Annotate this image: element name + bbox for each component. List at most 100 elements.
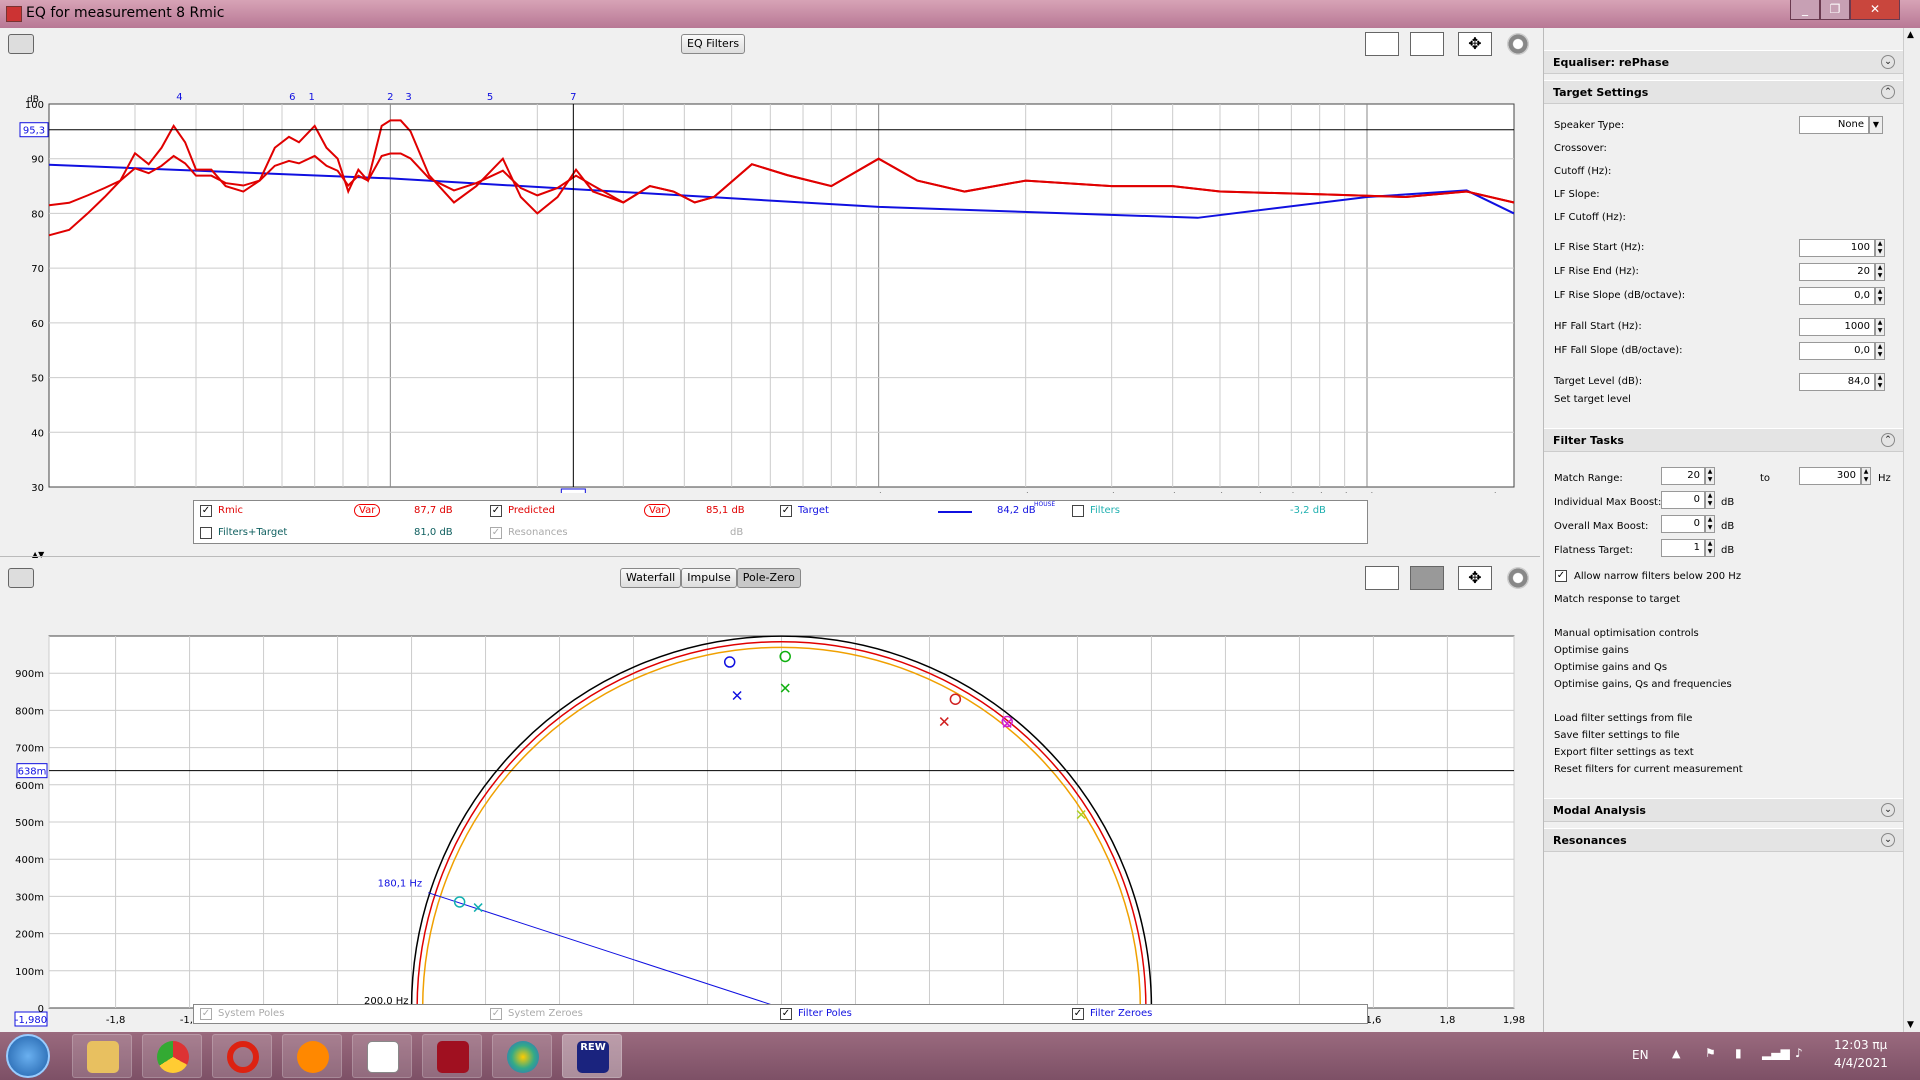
filter-zeroes-label: Filter Zeroes (1090, 1008, 1153, 1019)
chevron-down-icon[interactable]: ⌄ (1881, 55, 1895, 69)
grid-toggle-icon-bottom[interactable] (1410, 566, 1444, 590)
match-response-link[interactable]: Match response to target (1554, 594, 1680, 605)
flatness-target-spinner[interactable]: ▲ ▼ (1705, 539, 1715, 557)
taskbar-paint[interactable] (492, 1034, 552, 1078)
overall-max-boost-input[interactable]: 0 (1661, 515, 1705, 533)
tab-pole-zero[interactable]: Pole-Zero (736, 568, 801, 588)
tab-waterfall[interactable]: Waterfall (620, 568, 682, 588)
target-settings-header[interactable]: Target Settings ⌃ (1544, 80, 1903, 104)
allow-narrow-label: Allow narrow filters below 200 Hz (1574, 571, 1742, 582)
load-filters-link[interactable]: Load filter settings from file (1554, 713, 1692, 724)
lf-rise-end-input[interactable]: 20 (1799, 263, 1875, 281)
reset-filters-link[interactable]: Reset filters for current measurement (1554, 764, 1743, 775)
optimise-gains-qs-freq-link[interactable]: Optimise gains, Qs and frequencies (1554, 679, 1732, 690)
chevron-up-icon[interactable]: ⌃ (1881, 85, 1895, 99)
hf-fall-slope-spinner[interactable]: ▲ ▼ (1875, 342, 1885, 360)
target-label: Target (798, 505, 829, 516)
gear-icon-bottom[interactable] (1507, 567, 1529, 589)
x-tick-label: -1,8 (106, 1015, 126, 1026)
lf-rise-start-input[interactable]: 100 (1799, 239, 1875, 257)
hf-fall-start-input[interactable]: 1000 (1799, 318, 1875, 336)
target-checkbox[interactable]: ✓ (780, 505, 792, 517)
chevron-down-icon[interactable]: ⌄ (1881, 833, 1895, 847)
clock-time[interactable]: 12:03 πμ (1834, 1038, 1887, 1052)
graph-layout-icon-bottom[interactable] (1365, 566, 1399, 590)
speaker-type-select[interactable]: None (1799, 116, 1869, 134)
equaliser-header[interactable]: Equaliser: rePhase ⌄ (1544, 50, 1903, 74)
match-range-from-input[interactable]: 20 (1661, 467, 1705, 485)
match-range-to-spinner[interactable]: ▲ ▼ (1861, 467, 1871, 485)
x-tick-label: 30 (129, 492, 142, 493)
splitter[interactable] (0, 556, 1540, 557)
resonances-header[interactable]: Resonances ⌄ (1544, 828, 1903, 852)
filter-tasks-header[interactable]: Filter Tasks ⌃ (1544, 428, 1903, 452)
frequency-response-graph[interactable]: 2030405060708090100200300400500600700800… (0, 48, 1540, 493)
optimise-gains-qs-link[interactable]: Optimise gains and Qs (1554, 662, 1667, 673)
minimize-button[interactable]: _ (1790, 0, 1820, 20)
clock-date[interactable]: 4/4/2021 (1834, 1056, 1888, 1070)
taskbar-explorer[interactable] (72, 1034, 132, 1078)
optimise-gains-link[interactable]: Optimise gains (1554, 645, 1629, 656)
set-target-level-link[interactable]: Set target level (1554, 394, 1631, 405)
predicted-var-badge[interactable]: Var (644, 504, 671, 517)
tab-impulse[interactable]: Impulse (681, 568, 737, 588)
hf-fall-start-spinner[interactable]: ▲ ▼ (1875, 318, 1885, 336)
cursor-x-value: 237 (564, 492, 583, 493)
chevron-down-icon[interactable]: ⌄ (1881, 803, 1895, 817)
start-button[interactable] (6, 1034, 50, 1078)
flatness-target-input[interactable]: 1 (1661, 539, 1705, 557)
flag-icon[interactable]: ⚑ (1705, 1046, 1716, 1060)
export-filters-link[interactable]: Export filter settings as text (1554, 747, 1694, 758)
filter-poles-checkbox[interactable]: ✓ (780, 1008, 792, 1020)
target-level-input[interactable]: 84,0 (1799, 373, 1875, 391)
scroll-up-icon[interactable]: ▲ (1907, 30, 1914, 40)
lf-rise-start-spinner[interactable]: ▲ ▼ (1875, 239, 1885, 257)
taskbar-browser[interactable] (282, 1034, 342, 1078)
pan-arrows-icon-bottom[interactable]: ✥ (1458, 566, 1492, 590)
maximize-button[interactable]: ❐ (1820, 0, 1850, 20)
modal-analysis-header[interactable]: Modal Analysis ⌄ (1544, 798, 1903, 822)
taskbar-chrome[interactable] (142, 1034, 202, 1078)
splitter-arrows-icon[interactable]: ▲▼ (32, 550, 44, 559)
hf-fall-slope-input[interactable]: 0,0 (1799, 342, 1875, 360)
match-range-to-input[interactable]: 300 (1799, 467, 1861, 485)
save-filters-link[interactable]: Save filter settings to file (1554, 730, 1680, 741)
signal-icon[interactable]: ▂▄▆ (1762, 1046, 1790, 1060)
taskbar-app[interactable] (422, 1034, 482, 1078)
lf-rise-slope-input[interactable]: 0,0 (1799, 287, 1875, 305)
paint-icon (507, 1041, 539, 1073)
lf-rise-end-label: LF Rise End (Hz): (1554, 266, 1639, 277)
taskbar-opera[interactable] (212, 1034, 272, 1078)
taskbar-rew[interactable]: REW (562, 1034, 622, 1078)
allow-narrow-checkbox[interactable]: ✓ (1555, 570, 1567, 582)
individual-max-boost-spinner[interactable]: ▲ ▼ (1705, 491, 1715, 509)
chevron-up-icon[interactable]: ⌃ (1881, 433, 1895, 447)
scroll-down-icon[interactable]: ▼ (1907, 1020, 1914, 1030)
rmic-var-badge[interactable]: Var (354, 504, 381, 517)
volume-icon[interactable]: ♪ (1795, 1046, 1803, 1060)
lf-rise-slope-spinner[interactable]: ▲ ▼ (1875, 287, 1885, 305)
rmic-checkbox[interactable]: ✓ (200, 505, 212, 517)
scrollbar[interactable]: ▲ ▼ (1903, 28, 1920, 1032)
dropdown-arrow-icon[interactable]: ▼ (1869, 116, 1883, 134)
camera-icon-bottom[interactable] (8, 568, 34, 588)
individual-max-boost-input[interactable]: 0 (1661, 491, 1705, 509)
overall-max-boost-spinner[interactable]: ▲ ▼ (1705, 515, 1715, 533)
language-indicator[interactable]: EN (1632, 1048, 1649, 1062)
lf-rise-end-spinner[interactable]: ▲ ▼ (1875, 263, 1885, 281)
system-poles-checkbox[interactable]: ✓ (200, 1008, 212, 1020)
filters-checkbox[interactable] (1072, 505, 1084, 517)
match-range-from-spinner[interactable]: ▲ ▼ (1705, 467, 1715, 485)
filters-target-checkbox[interactable] (200, 527, 212, 539)
tray-expand-icon[interactable]: ▲ (1672, 1047, 1680, 1060)
close-button[interactable]: ✕ (1850, 0, 1900, 20)
battery-icon[interactable]: ▮ (1735, 1046, 1742, 1060)
manual-optimisation-link[interactable]: Manual optimisation controls (1554, 628, 1699, 639)
resonances-checkbox[interactable]: ✓ (490, 527, 502, 539)
taskbar-notepad[interactable] (352, 1034, 412, 1078)
predicted-checkbox[interactable]: ✓ (490, 505, 502, 517)
system-zeroes-checkbox[interactable]: ✓ (490, 1008, 502, 1020)
pole-zero-graph[interactable]: -1,980-1,8-1,6-1,4-1,2-1,0-800m-600m-400… (0, 594, 1540, 1028)
filter-zeroes-checkbox[interactable]: ✓ (1072, 1008, 1084, 1020)
target-level-spinner[interactable]: ▲ ▼ (1875, 373, 1885, 391)
